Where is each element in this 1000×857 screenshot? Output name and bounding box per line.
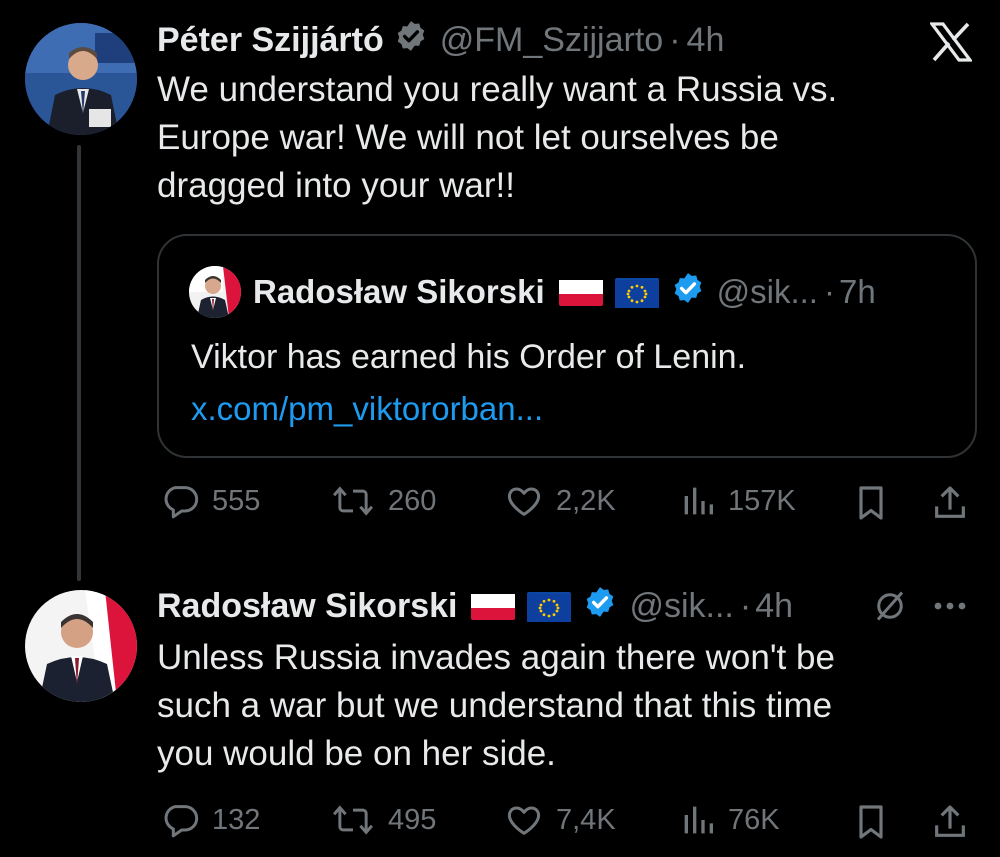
reply-icon bbox=[160, 481, 200, 521]
like-count: 2,2K bbox=[556, 484, 616, 517]
avatar-sikorski-small[interactable] bbox=[189, 266, 241, 318]
share-button[interactable] bbox=[930, 483, 970, 523]
quote-text: Viktor has earned his Order of Lenin. bbox=[191, 338, 747, 376]
tweet-time[interactable]: 4h bbox=[755, 587, 793, 626]
verified-badge-icon bbox=[583, 585, 617, 628]
author-handle[interactable]: @sik... bbox=[629, 587, 733, 626]
tweet-text-line: We understand you really want a Russia v… bbox=[157, 70, 838, 109]
heart-icon bbox=[504, 481, 544, 521]
poland-flag-icon bbox=[471, 592, 516, 620]
quote-author-name[interactable]: Radosław Sikorski bbox=[253, 273, 545, 311]
repost-button[interactable]: 260 bbox=[330, 481, 436, 521]
views-button[interactable]: 76K bbox=[680, 800, 780, 840]
more-options-icon[interactable] bbox=[930, 592, 970, 620]
tweet-text: We understand you really want a Russia v… bbox=[157, 66, 957, 210]
tweet-text: Unless Russia invades again there won't … bbox=[157, 634, 977, 778]
reply-count: 555 bbox=[212, 484, 261, 517]
repost-icon bbox=[330, 800, 376, 840]
like-count: 7,4K bbox=[556, 803, 616, 836]
author-handle[interactable]: @FM_Szijjarto bbox=[440, 21, 663, 60]
verified-badge-icon bbox=[671, 271, 705, 313]
views-count: 157K bbox=[728, 484, 796, 517]
tweet-text-line: Unless Russia invades again there won't … bbox=[157, 638, 835, 677]
separator-dot: · bbox=[669, 20, 681, 59]
tweet-text-line: such a war but we understand that this t… bbox=[157, 686, 833, 725]
repost-count: 495 bbox=[388, 803, 437, 836]
separator-dot: · bbox=[823, 273, 835, 310]
reply-button[interactable]: 555 bbox=[160, 481, 260, 521]
views-icon bbox=[680, 800, 716, 840]
reply-icon bbox=[160, 800, 200, 840]
reply-count: 132 bbox=[212, 803, 261, 836]
share-button[interactable] bbox=[930, 802, 970, 842]
bookmark-icon bbox=[854, 483, 888, 523]
repost-count: 260 bbox=[388, 484, 437, 517]
separator-dot: · bbox=[739, 586, 752, 625]
avatar-sikorski[interactable] bbox=[25, 590, 137, 702]
eu-flag-icon bbox=[527, 592, 572, 622]
tweet-text-line: Europe war! We will not let ourselves be bbox=[157, 118, 779, 157]
avatar-szijjarto[interactable] bbox=[25, 23, 137, 135]
grok-icon[interactable] bbox=[872, 588, 908, 624]
tweet-text-line: you would be on her side. bbox=[157, 734, 556, 773]
quoted-tweet-card[interactable]: Radosław Sikorski @sik... · 7h Viktor ha… bbox=[157, 234, 977, 458]
quote-author-handle[interactable]: @sik... bbox=[717, 273, 818, 311]
quote-header: Radosław Sikorski @sik... · 7h bbox=[253, 270, 876, 314]
repost-button[interactable]: 495 bbox=[330, 800, 436, 840]
bookmark-button[interactable] bbox=[854, 802, 888, 842]
bookmark-button[interactable] bbox=[854, 483, 888, 523]
author-name[interactable]: Radosław Sikorski bbox=[157, 587, 457, 626]
x-logo-icon[interactable] bbox=[928, 22, 974, 62]
thread-connector bbox=[77, 145, 81, 581]
repost-icon bbox=[330, 481, 376, 521]
author-name[interactable]: Péter Szijjártó bbox=[157, 21, 384, 60]
views-icon bbox=[680, 481, 716, 521]
tweet-header: Péter Szijjártó @FM_Szijjarto · 4h bbox=[157, 18, 724, 62]
tweet-time[interactable]: 4h bbox=[687, 21, 725, 60]
reply-button[interactable]: 132 bbox=[160, 800, 260, 840]
poland-flag-icon bbox=[558, 278, 603, 306]
quote-time[interactable]: 7h bbox=[839, 273, 876, 311]
tweet-text-line: dragged into your war!! bbox=[157, 166, 515, 205]
views-button[interactable]: 157K bbox=[680, 481, 796, 521]
share-icon bbox=[930, 802, 970, 842]
verified-badge-icon bbox=[394, 19, 428, 62]
like-button[interactable]: 7,4K bbox=[504, 800, 616, 840]
eu-flag-icon bbox=[614, 278, 659, 308]
heart-icon bbox=[504, 800, 544, 840]
like-button[interactable]: 2,2K bbox=[504, 481, 616, 521]
views-count: 76K bbox=[728, 803, 780, 836]
tweet-header: Radosław Sikorski @sik... · 4h bbox=[157, 584, 793, 628]
quote-link[interactable]: x.com/pm_viktororban... bbox=[191, 385, 543, 433]
share-icon bbox=[930, 483, 970, 523]
bookmark-icon bbox=[854, 802, 888, 842]
